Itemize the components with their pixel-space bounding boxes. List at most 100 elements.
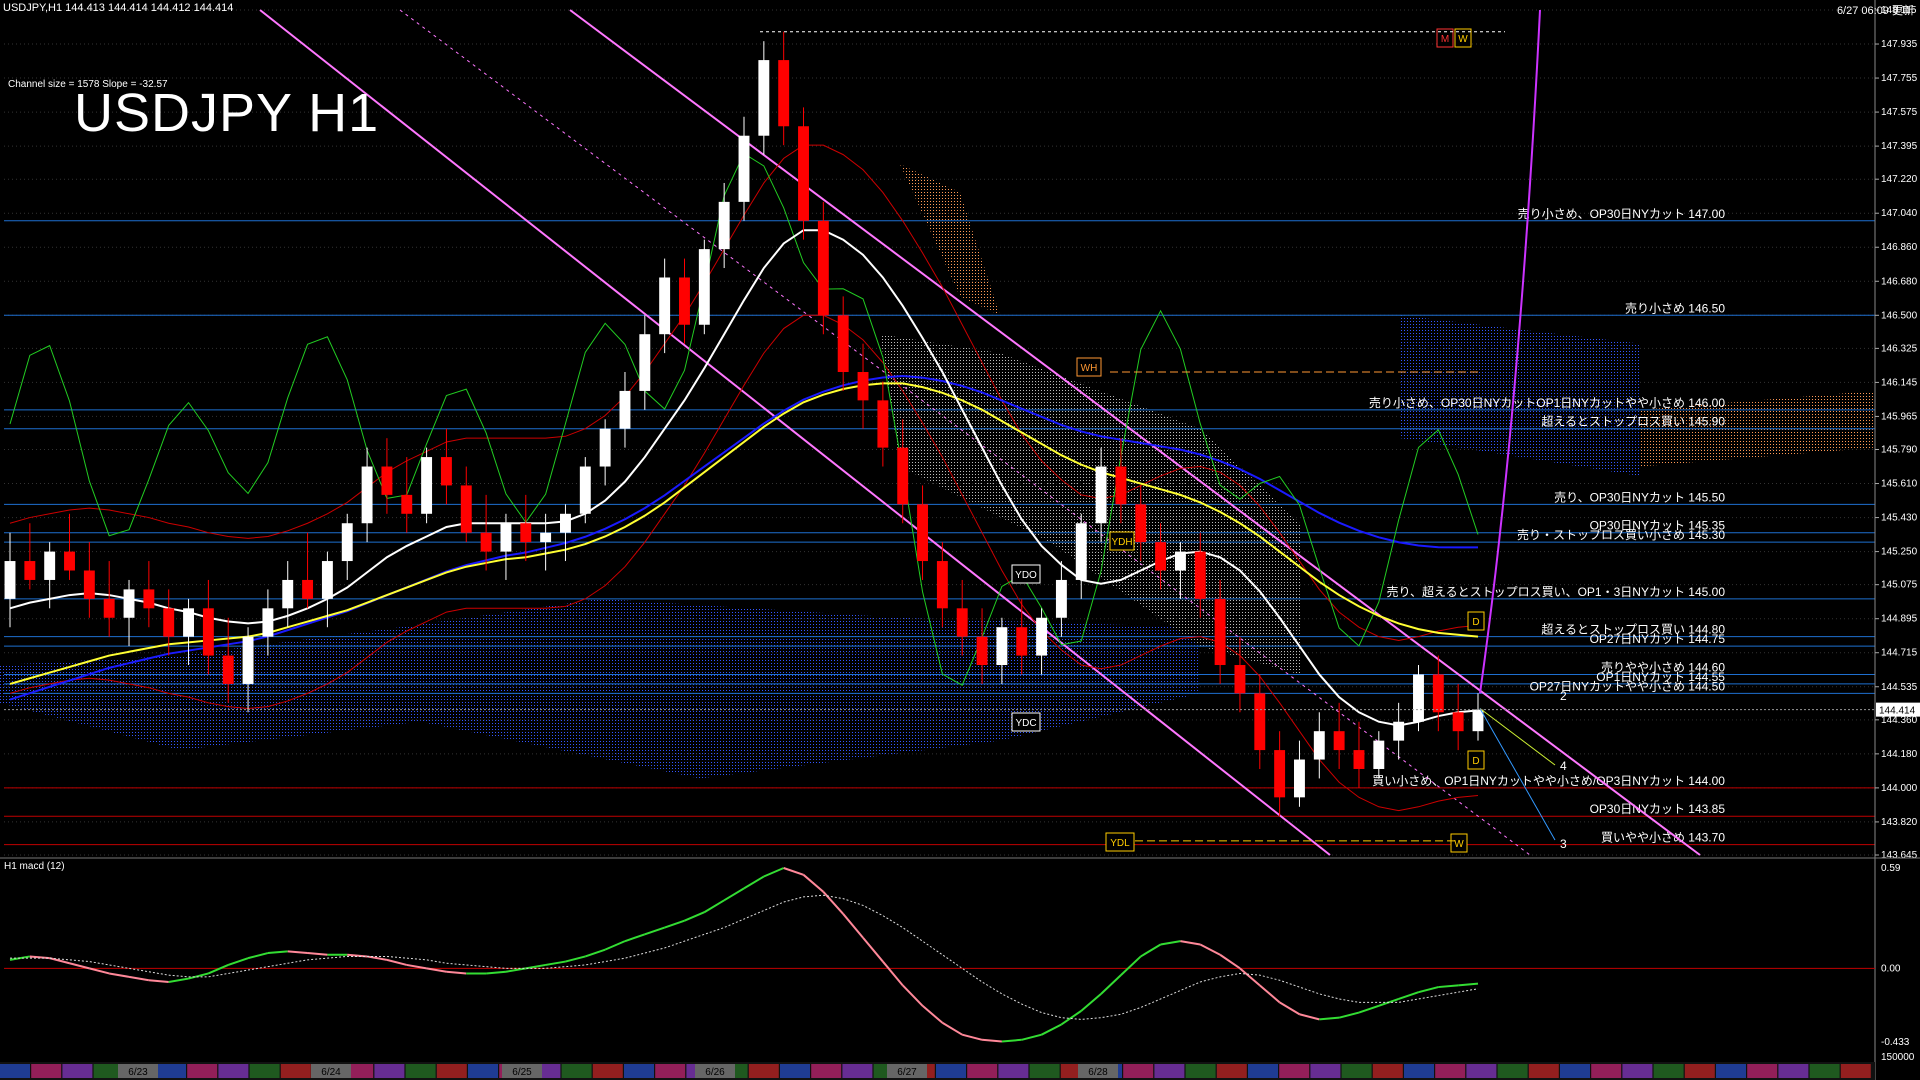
- candle-body: [738, 135, 750, 202]
- date-segment: [1528, 1064, 1559, 1078]
- candle-body: [401, 494, 413, 514]
- date-segment: [1029, 1064, 1060, 1078]
- candle-body: [83, 570, 95, 599]
- candle-body: [996, 627, 1008, 666]
- candle-body: [698, 249, 710, 325]
- date-segment: [156, 1064, 186, 1078]
- candle-body: [103, 598, 115, 618]
- price-tick-label: 145.790: [1881, 445, 1918, 456]
- candle-body: [579, 466, 591, 514]
- date-segment: [1716, 1064, 1746, 1078]
- price-tick-label: 145.250: [1881, 547, 1918, 558]
- date-segment: [1372, 1064, 1403, 1078]
- ydo-marker-label: YDO: [1015, 570, 1037, 581]
- candle-body: [321, 561, 333, 599]
- price-tick-label: 146.325: [1881, 343, 1918, 354]
- candle-body: [143, 589, 155, 609]
- candle-body: [917, 504, 928, 562]
- candle-body: [1353, 750, 1365, 769]
- level-label: 売り、OP30日NYカット 145.50: [1554, 489, 1725, 504]
- price-tick-label: 147.935: [1881, 39, 1918, 50]
- symbol-header: USDJPY,H1 144.413 144.414 144.412 144.41…: [3, 2, 234, 14]
- candle-body: [1373, 740, 1385, 769]
- date-segment: [592, 1064, 623, 1078]
- candle-body: [758, 60, 770, 136]
- level-label: 売り小さめ 146.50: [1625, 300, 1725, 315]
- date-segment: [811, 1064, 842, 1078]
- candle-body: [183, 608, 194, 637]
- candle-body: [817, 220, 829, 316]
- candle-body: [1432, 674, 1444, 713]
- date-segment: [1404, 1064, 1434, 1078]
- date-segment: [1279, 1064, 1310, 1078]
- date-segment: [967, 1064, 998, 1078]
- date-segment: [1840, 1064, 1871, 1078]
- candle-body: [1274, 750, 1286, 798]
- date-label: 6/26: [705, 1067, 725, 1078]
- candle-body: [560, 513, 571, 533]
- candle-body: [837, 315, 849, 373]
- candle-body: [619, 390, 631, 429]
- candle-body: [1115, 466, 1127, 505]
- d-marker-upper-label: D: [1472, 617, 1479, 628]
- price-tick-label: 147.220: [1881, 174, 1918, 185]
- price-tick-label: 144.715: [1881, 648, 1918, 659]
- price-tick-label: 147.755: [1881, 73, 1918, 84]
- date-segment: [561, 1064, 592, 1078]
- candle-body: [44, 551, 56, 580]
- candle-body: [1313, 731, 1325, 760]
- price-tick-label: 144.895: [1881, 614, 1918, 625]
- price-tick-label: 146.500: [1881, 310, 1918, 321]
- level-label: 買いやや小さめ 143.70: [1601, 831, 1725, 845]
- candle-body: [936, 561, 948, 609]
- candle-body: [24, 561, 36, 580]
- candle-body: [1036, 617, 1048, 656]
- candle-body: [163, 608, 175, 637]
- candle-body: [242, 636, 254, 684]
- candle-body: [976, 636, 988, 666]
- price-tick-label: 146.860: [1881, 242, 1918, 253]
- candle-body: [520, 523, 532, 543]
- date-segment: [249, 1064, 280, 1078]
- candle-body: [1234, 665, 1246, 694]
- candle-body: [302, 579, 314, 599]
- price-tick-label: 146.145: [1881, 377, 1918, 388]
- wave-label-2: 2: [1560, 689, 1567, 703]
- candle-body: [1294, 759, 1305, 798]
- date-segment: [218, 1064, 249, 1078]
- level-label: 売り小さめ、OP30日NYカット 147.00: [1518, 206, 1726, 221]
- candle-body: [440, 457, 452, 486]
- update-timestamp: 6/27 06:09 更新: [1836, 5, 1914, 17]
- date-segment: [31, 1064, 62, 1078]
- date-segment: [405, 1064, 436, 1078]
- date-segment: [1123, 1064, 1154, 1078]
- macd-label: H1 macd (12): [4, 861, 65, 872]
- price-tick-label: 145.075: [1881, 580, 1918, 591]
- candle-body: [599, 428, 611, 467]
- m-marker-label: M: [1441, 34, 1449, 45]
- date-segment: [1248, 1064, 1278, 1078]
- date-axis: 6/23 6/24 6/25 6/26 6/27 6/28: [0, 1062, 1875, 1080]
- wh-marker-label: WH: [1081, 363, 1098, 374]
- candle-body: [1413, 674, 1424, 722]
- candle-body: [381, 466, 393, 495]
- price-tick-label: 144.000: [1881, 783, 1918, 794]
- price-tick-label: 144.180: [1881, 749, 1918, 760]
- date-segment: [1747, 1064, 1778, 1078]
- candle-body: [1333, 731, 1345, 751]
- wave-label-3: 3: [1560, 837, 1567, 851]
- candle-body: [1174, 551, 1186, 571]
- candle-body: [639, 334, 651, 391]
- date-label: 6/25: [512, 1067, 532, 1078]
- macd-tick-label: 0.59: [1881, 863, 1901, 874]
- current-price-label: 144.414: [1879, 706, 1916, 717]
- candle-body: [480, 532, 492, 552]
- level-label: 売り、超えるとストップロス買い、OP1・3日NYカット 145.00: [1386, 584, 1725, 599]
- date-segment: [748, 1064, 779, 1078]
- date-segment: [998, 1064, 1029, 1078]
- price-tick-label: 145.430: [1881, 513, 1918, 524]
- date-segment: [1341, 1064, 1372, 1078]
- date-label: 6/28: [1088, 1067, 1108, 1078]
- chart-canvas: 売り小さめ、OP30日NYカット 147.00 売り小さめ 146.50 売り小さめ…: [0, 0, 1920, 1080]
- date-label: 6/27: [897, 1067, 917, 1078]
